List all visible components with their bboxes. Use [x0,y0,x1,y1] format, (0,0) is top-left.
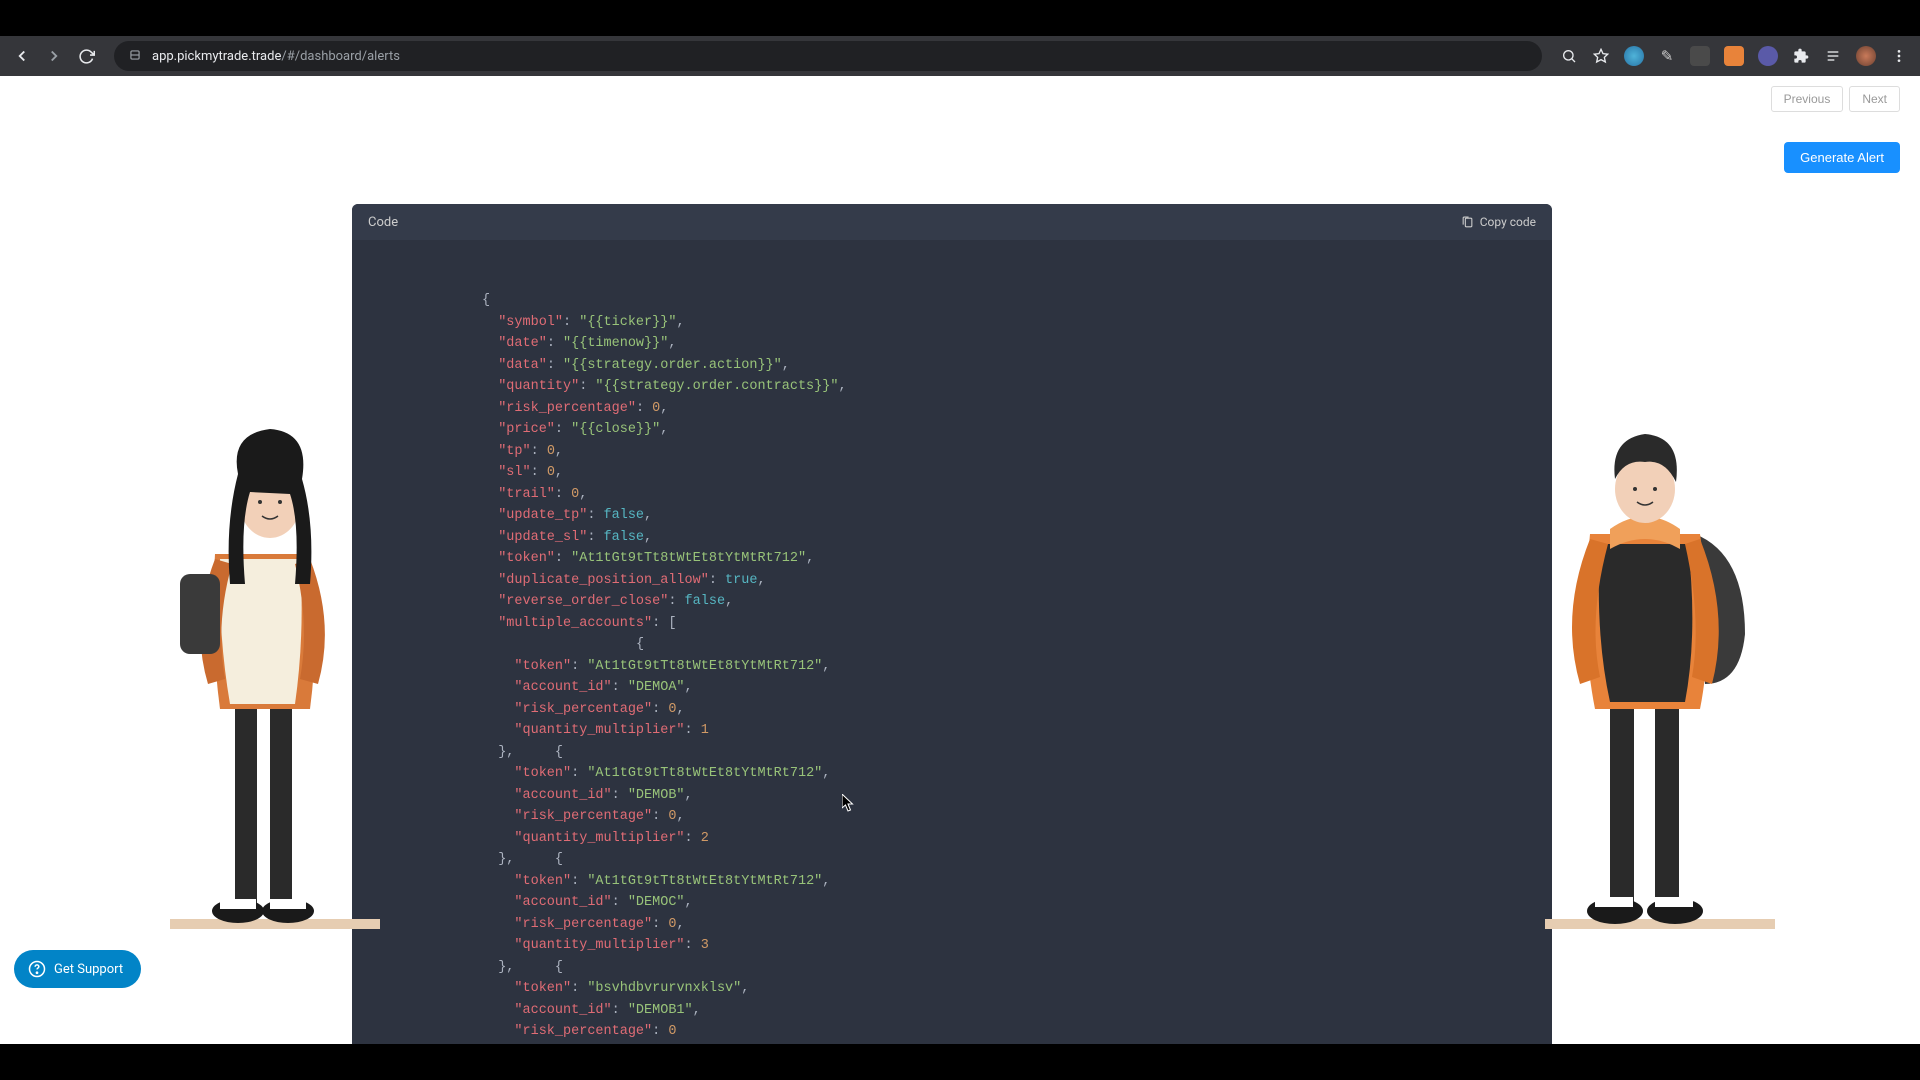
get-support-button[interactable]: Get Support [14,950,141,988]
copy-code-label: Copy code [1480,215,1536,229]
pagination: Previous Next [1771,86,1900,112]
site-info-icon[interactable] [128,48,142,65]
next-button[interactable]: Next [1849,86,1900,112]
reading-list-icon[interactable] [1824,47,1842,65]
code-panel-header: Code Copy code [352,204,1552,240]
clipboard-icon [1461,216,1474,229]
letterbox-bottom [0,1044,1920,1080]
reload-icon[interactable] [76,48,96,65]
help-circle-icon [28,960,46,978]
previous-button[interactable]: Previous [1771,86,1844,112]
browser-actions: ✎ [1560,46,1908,66]
code-panel-title: Code [368,215,398,230]
browser-toolbar: app.pickmytrade.trade/#/dashboard/alerts… [0,36,1920,76]
illustration-person-right [1540,384,1780,944]
letterbox-top [0,0,1920,36]
generate-alert-button[interactable]: Generate Alert [1784,142,1900,173]
profile-avatar[interactable] [1856,46,1876,66]
extension-icon-4[interactable] [1724,46,1744,66]
copy-code-button[interactable]: Copy code [1461,215,1536,229]
url-text: app.pickmytrade.trade/#/dashboard/alerts [152,49,400,64]
page-viewport: Previous Next Generate Alert Code Copy c… [0,76,1920,1044]
zoom-icon[interactable] [1560,47,1578,65]
extension-icon-1[interactable] [1624,46,1644,66]
back-icon[interactable] [12,47,32,65]
address-bar[interactable]: app.pickmytrade.trade/#/dashboard/alerts [114,41,1542,71]
code-body[interactable]: { "symbol": "{{ticker}}", "date": "{{tim… [352,240,1552,1044]
get-support-label: Get Support [54,962,123,977]
extension-icon-3[interactable] [1690,46,1710,66]
forward-icon[interactable] [44,47,64,65]
bookmark-star-icon[interactable] [1592,47,1610,65]
illustration-person-left [160,374,380,944]
browser-menu-icon[interactable] [1890,47,1908,65]
extension-icon-5[interactable] [1758,46,1778,66]
extension-icon-2[interactable]: ✎ [1658,47,1676,65]
code-panel: Code Copy code { "symbol": "{{ticker}}",… [352,204,1552,1044]
extensions-puzzle-icon[interactable] [1792,47,1810,65]
